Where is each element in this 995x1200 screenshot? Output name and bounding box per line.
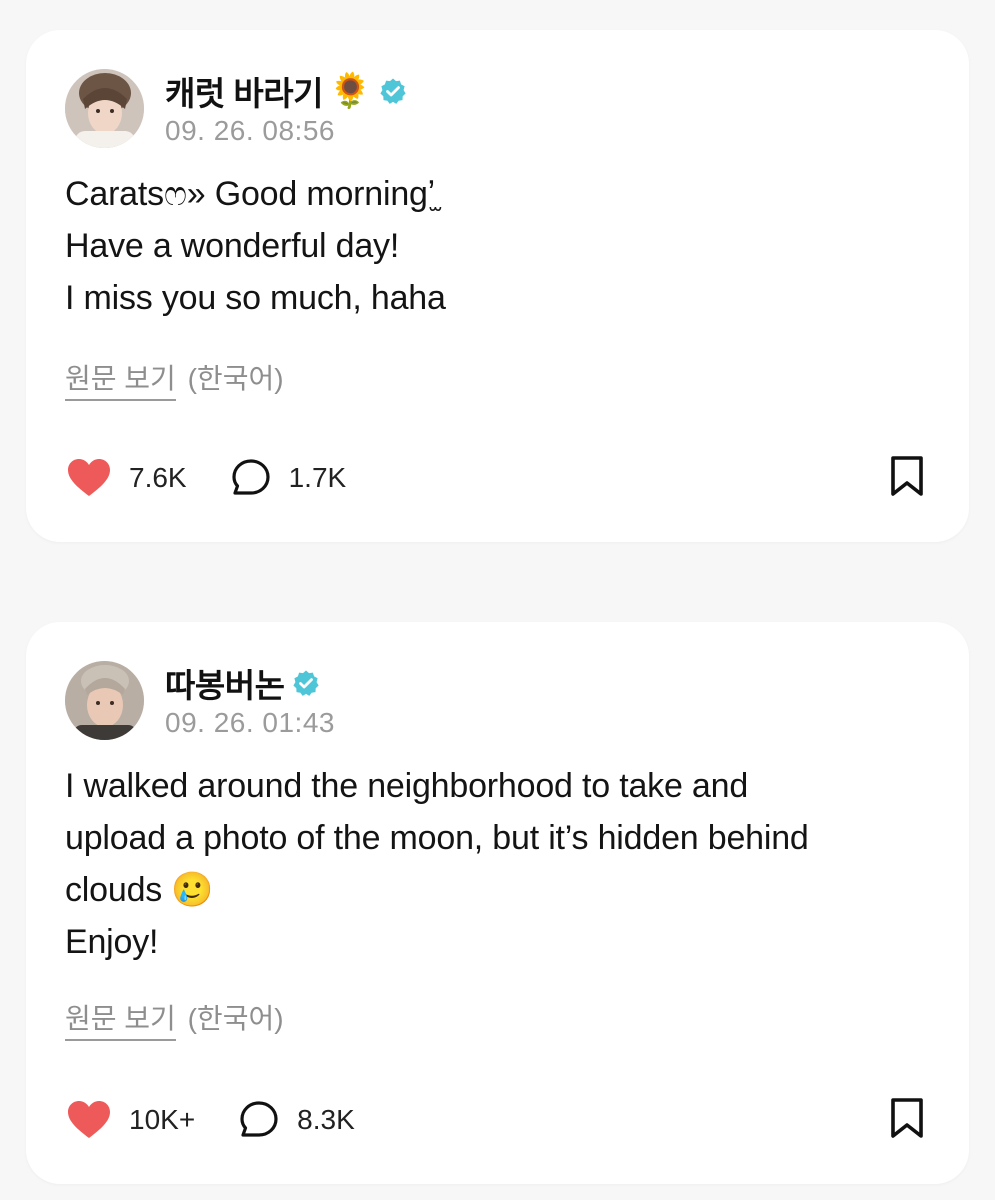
view-original-link[interactable]: 원문 보기 — [65, 363, 176, 401]
like-count: 7.6K — [129, 462, 187, 493]
post-body-line: Enjoy! — [65, 923, 159, 961]
view-original-link[interactable]: 원문 보기 — [65, 1003, 176, 1041]
bookmark-button[interactable] — [889, 455, 925, 502]
author-name[interactable]: 따봉버논 — [165, 659, 285, 707]
post-timestamp: 09. 26. 08:56 — [165, 115, 335, 146]
comment-count: 8.3K — [297, 1104, 355, 1135]
post-body-line: I miss you so much, haha — [65, 279, 446, 317]
post-meta: 캐럿 바라기 🌻 09. 26. 08:56 — [165, 69, 407, 147]
post-body: Caratsෆ» Good morningʼ̫ Have a wonderful… — [65, 168, 929, 324]
comment-button[interactable]: 8.3K — [239, 1100, 355, 1140]
verified-badge-icon — [292, 669, 320, 697]
comment-bubble-icon — [232, 459, 270, 495]
post-meta: 따봉버논 09. 26. 01:43 — [165, 661, 335, 739]
author-row: 따봉버논 — [165, 661, 335, 705]
avatar[interactable] — [65, 68, 144, 148]
bookmark-icon — [891, 455, 923, 496]
post-header: 캐럿 바라기 🌻 09. 26. 08:56 — [65, 68, 407, 148]
original-language-label: (한국어) — [187, 363, 284, 394]
post-body-line: I walked around the neighborhood to take… — [65, 767, 749, 805]
verified-badge-icon — [379, 77, 407, 105]
post-body-line: Caratsෆ» Good morningʼ̫ — [65, 175, 436, 213]
avatar[interactable] — [65, 660, 144, 740]
comment-count: 1.7K — [288, 462, 347, 493]
author-row: 캐럿 바라기 🌻 — [165, 69, 407, 113]
post-body-line: Have a wonderful day! — [65, 227, 400, 265]
post-feed: 캐럿 바라기 🌻 09. 26. 08:56 Caratsෆ» Good mor… — [0, 0, 995, 1200]
post-actions: 7.6K 1.7K — [67, 454, 925, 502]
post-timestamp: 09. 26. 01:43 — [165, 707, 335, 738]
view-original-row: 원문 보기 (한국어) — [65, 357, 284, 401]
heart-icon — [68, 1101, 110, 1138]
like-button[interactable]: 10K+ — [67, 1100, 195, 1140]
comment-bubble-icon — [240, 1101, 278, 1137]
comment-button[interactable]: 1.7K — [231, 458, 347, 498]
view-original-row: 원문 보기 (한국어) — [65, 997, 284, 1041]
sunflower-emoji: 🌻 — [328, 72, 372, 110]
heart-icon — [68, 459, 110, 496]
bookmark-icon — [891, 1097, 923, 1138]
post-card: 캐럿 바라기 🌻 09. 26. 08:56 Caratsෆ» Good mor… — [26, 30, 969, 542]
post-actions: 10K+ 8.3K — [67, 1096, 925, 1144]
post-body-line: upload a photo of the moon, but it’s hid… — [65, 819, 809, 857]
like-count: 10K+ — [129, 1104, 196, 1135]
original-language-label: (한국어) — [187, 1003, 284, 1034]
author-name[interactable]: 캐럿 바라기 — [165, 67, 323, 115]
post-body-line: clouds 🥲 — [65, 871, 214, 909]
post-body: I walked around the neighborhood to take… — [65, 760, 929, 968]
like-button[interactable]: 7.6K — [67, 458, 187, 498]
post-card: 따봉버논 09. 26. 01:43 I walked around the n… — [26, 622, 969, 1184]
post-header: 따봉버논 09. 26. 01:43 — [65, 660, 335, 740]
bookmark-button[interactable] — [889, 1097, 925, 1144]
